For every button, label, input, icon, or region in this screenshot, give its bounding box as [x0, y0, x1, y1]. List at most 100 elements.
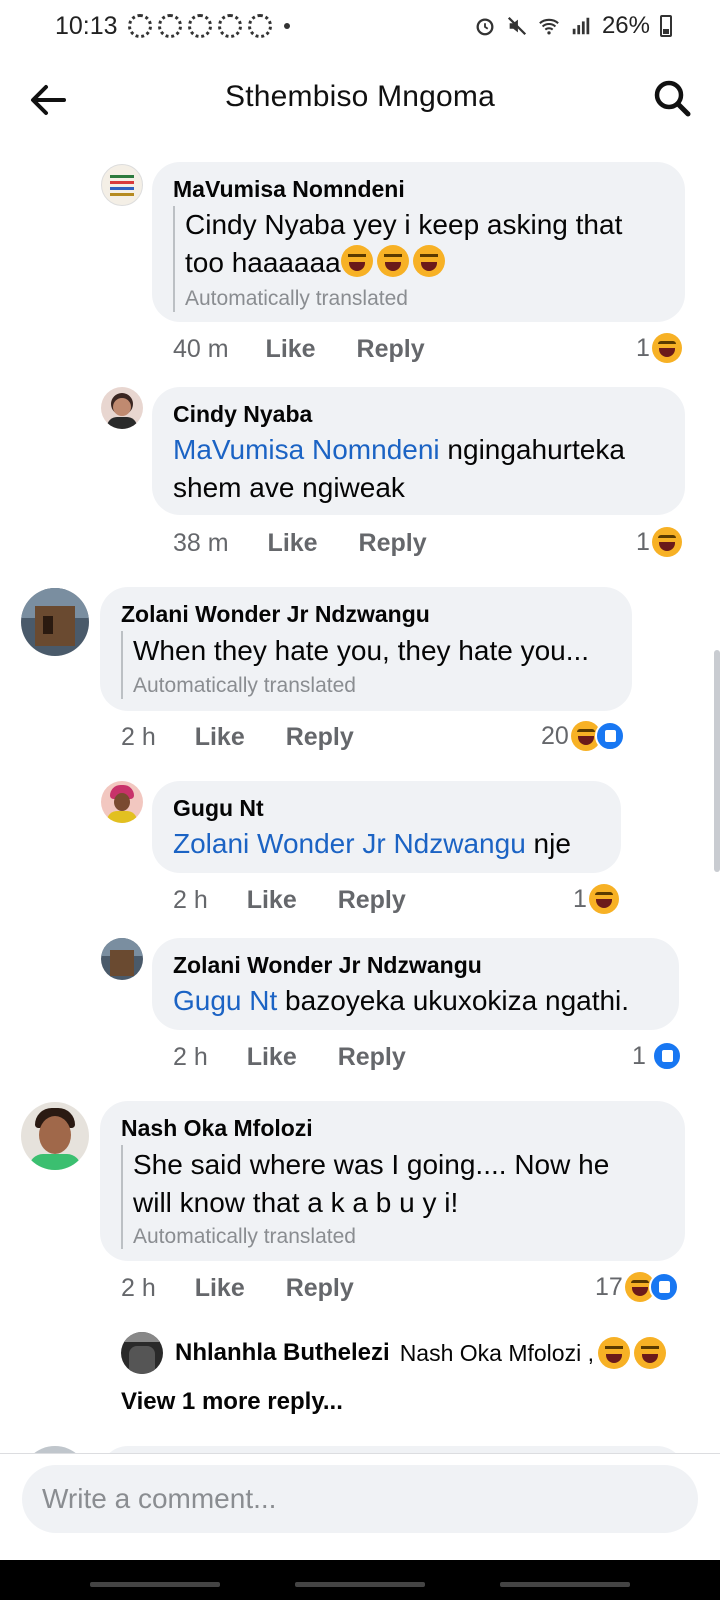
laughing-emoji-icon — [412, 245, 445, 277]
comment-text: Gugu Nt bazoyeka ukuxokiza ngathi. — [173, 985, 630, 1016]
comment-actions: 2 h Like Reply — [173, 1043, 406, 1072]
reply-button[interactable]: Reply — [286, 1274, 354, 1302]
like-button[interactable]: Like — [266, 335, 316, 363]
nav-handle[interactable] — [295, 1582, 425, 1587]
comment-text: MaVumisa Nomndeni ngingahurteka shem ave… — [173, 434, 625, 503]
reaction-count: 1 — [636, 333, 650, 362]
reply-button[interactable]: Reply — [286, 723, 354, 751]
reaction-count: 1 — [632, 1041, 646, 1070]
page-title: Sthembiso Mngoma — [225, 80, 495, 113]
translated-label[interactable]: Automatically translated — [133, 1225, 356, 1249]
haha-reaction-icon — [651, 333, 682, 363]
comment-actions: 2 h Like Reply — [121, 723, 354, 752]
like-button[interactable]: Like — [268, 529, 318, 557]
comment-time: 2 h — [121, 1274, 156, 1302]
scrollbar[interactable] — [714, 650, 720, 872]
reaction-summary[interactable]: 1 — [636, 527, 682, 557]
notification-icon — [128, 14, 152, 38]
reply-text: Nash Oka Mfolozi , — [399, 1339, 594, 1366]
comment-author[interactable]: Zolani Wonder Jr Ndzwangu — [173, 952, 482, 979]
status-time: 10:13 — [55, 12, 118, 40]
alarm-icon — [476, 18, 494, 36]
status-bar: 10:13 26% — [0, 0, 720, 52]
comment-input[interactable]: Write a comment... — [22, 1465, 698, 1533]
comment-author[interactable]: Cindy Nyaba — [173, 401, 312, 428]
comment-feed[interactable]: MaVumisa Nomndeni Cindy Nyaba yey i keep… — [0, 144, 720, 1484]
wifi-icon — [539, 18, 559, 35]
comment-time: 2 h — [173, 1043, 208, 1071]
comment-actions: 2 h Like Reply — [121, 1274, 354, 1303]
comment-author[interactable]: Zolani Wonder Jr Ndzwangu — [121, 601, 430, 628]
search-icon[interactable] — [650, 76, 694, 120]
mute-icon — [507, 16, 527, 36]
translation-bar — [121, 631, 123, 699]
reaction-count: 1 — [573, 884, 587, 913]
comment-time: 2 h — [121, 723, 156, 751]
comment-text: She said where was I going.... Now he wi… — [133, 1149, 610, 1218]
notification-icons — [128, 14, 290, 38]
nav-handle[interactable] — [500, 1582, 630, 1587]
comment-text: Zolani Wonder Jr Ndzwangu nje — [173, 828, 571, 859]
comment-author[interactable]: MaVumisa Nomndeni — [173, 176, 405, 203]
haha-reaction-icon — [651, 527, 682, 557]
translated-label[interactable]: Automatically translated — [185, 287, 408, 311]
tears-of-joy-emoji-icon — [633, 1337, 666, 1369]
reaction-summary[interactable]: 17 — [595, 1272, 679, 1302]
comment-text: When they hate you, they hate you... — [133, 635, 590, 666]
app-header: Sthembiso Mngoma — [0, 52, 720, 144]
reply-button[interactable]: Reply — [359, 529, 427, 557]
translation-bar — [121, 1145, 123, 1249]
reply-preview[interactable]: Nhlanhla Buthelezi Nash Oka Mfolozi , — [121, 1332, 670, 1374]
reaction-summary[interactable]: 1 — [632, 1041, 682, 1071]
mention-link[interactable]: MaVumisa Nomndeni — [173, 434, 440, 465]
comment-composer: Write a comment... — [0, 1453, 720, 1560]
nav-handle[interactable] — [90, 1582, 220, 1587]
comment-author[interactable]: Gugu Nt — [173, 795, 264, 822]
like-reaction-icon — [651, 1041, 682, 1071]
comment-time: 38 m — [173, 529, 229, 557]
more-notifications-dot — [284, 23, 290, 29]
avatar[interactable] — [101, 164, 143, 206]
battery-percent: 26% — [601, 12, 650, 39]
comment-text: Cindy Nyaba yey i keep asking that too h… — [185, 209, 623, 278]
comment-actions: 2 h Like Reply — [173, 886, 406, 915]
view-more-replies-link[interactable]: View 1 more reply... — [121, 1388, 343, 1416]
avatar[interactable] — [21, 1102, 89, 1170]
translation-bar — [173, 206, 175, 312]
like-button[interactable]: Like — [247, 886, 297, 914]
avatar[interactable] — [101, 781, 143, 823]
reply-button[interactable]: Reply — [338, 1043, 406, 1071]
battery-icon — [660, 15, 672, 37]
reply-button[interactable]: Reply — [357, 335, 425, 363]
tears-of-joy-emoji-icon — [597, 1337, 630, 1369]
notification-icon — [218, 14, 242, 38]
mention-link[interactable]: Gugu Nt — [173, 985, 277, 1016]
laughing-emoji-icon — [376, 245, 409, 277]
reaction-summary[interactable]: 1 — [636, 333, 682, 363]
like-button[interactable]: Like — [195, 1274, 245, 1302]
like-reaction-icon — [648, 1272, 679, 1302]
like-button[interactable]: Like — [195, 723, 245, 751]
comment-actions: 38 m Like Reply — [173, 529, 427, 558]
reply-author[interactable]: Nhlanhla Buthelezi — [175, 1339, 390, 1367]
avatar[interactable] — [121, 1332, 163, 1374]
mention-link[interactable]: Zolani Wonder Jr Ndzwangu — [173, 828, 526, 859]
avatar[interactable] — [101, 387, 143, 429]
reply-button[interactable]: Reply — [338, 886, 406, 914]
avatar[interactable] — [21, 588, 89, 656]
translated-label[interactable]: Automatically translated — [133, 674, 356, 698]
like-button[interactable]: Like — [247, 1043, 297, 1071]
notification-icon — [188, 14, 212, 38]
reaction-summary[interactable]: 1 — [573, 884, 619, 914]
comment-time: 2 h — [173, 886, 208, 914]
reaction-summary[interactable]: 20 — [541, 721, 625, 751]
system-icons: 26% — [474, 12, 672, 40]
signal-icon — [572, 17, 590, 35]
reaction-count: 17 — [595, 1272, 623, 1301]
haha-reaction-icon — [588, 884, 619, 914]
notification-icon — [158, 14, 182, 38]
system-nav-bar — [0, 1560, 720, 1600]
notification-icon — [248, 14, 272, 38]
comment-author[interactable]: Nash Oka Mfolozi — [121, 1115, 313, 1142]
avatar[interactable] — [101, 938, 143, 980]
